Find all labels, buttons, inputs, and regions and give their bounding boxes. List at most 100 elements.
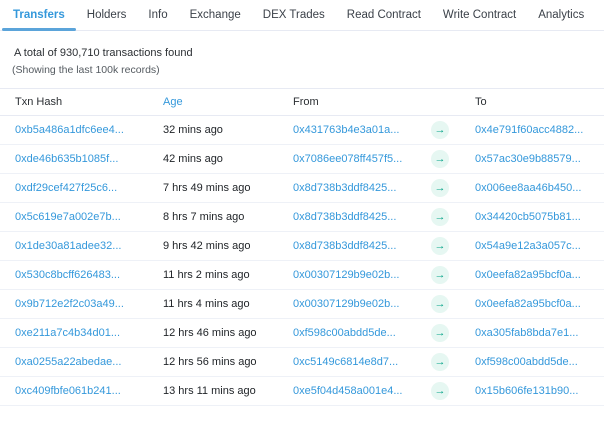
from-address-cell: 0x8d738b3ddf8425... [293,203,425,232]
age-cell: 12 hrs 56 mins ago [163,348,293,377]
age-cell: 11 hrs 2 mins ago [163,261,293,290]
table-row: 0xde46b635b1085f... 42 mins ago0x7086ee07… [0,145,604,174]
txn-hash-link[interactable]: 0xb5a486a1dfc6ee4... [15,124,124,136]
arrow-right-icon: → [431,208,449,226]
arrow-right-icon: → [431,382,449,400]
age-cell: 42 mins ago [163,145,293,174]
tab-holders[interactable]: Holders [76,0,138,30]
age-cell: 7 hrs 49 mins ago [163,174,293,203]
from-address-link[interactable]: 0xf598c00abdd5de... [293,327,396,339]
table-row: 0xa0255a22abedae... 12 hrs 56 mins ago0xc… [0,348,604,377]
from-address-cell: 0xc5149c6814e8d7... [293,348,425,377]
txn-hash-cell: 0x9b712e2f2c03a49... [0,290,163,319]
age-cell: 13 hrs 11 mins ago [163,377,293,406]
records-note-text: (Showing the last 100k records) [8,64,604,76]
from-address-link[interactable]: 0x8d738b3ddf8425... [293,240,396,252]
age-cell: 8 hrs 7 mins ago [163,203,293,232]
table-row: 0xc409fbfe061b241...13 hrs 11 mins ago0x… [0,377,604,406]
column-header-age: Age [163,89,293,116]
table-row: 0x9b712e2f2c03a49...11 hrs 4 mins ago0x0… [0,290,604,319]
txn-hash-cell: 0xdf29cef427f25c6... [0,174,163,203]
arrow-right-icon: → [431,266,449,284]
table-row: 0x1de30a81adee32...9 hrs 42 mins ago0x8d… [0,232,604,261]
direction-cell: → [425,290,455,319]
to-address-link[interactable]: 0x54a9e12a3a057c... [475,240,581,252]
age-sort-link[interactable]: Age [163,96,183,108]
from-address-link[interactable]: 0x00307129b9e02b... [293,269,399,281]
from-address-cell: 0x00307129b9e02b... [293,261,425,290]
to-address-cell: 0x0eefa82a95bcf0a... [455,261,604,290]
age-cell: 11 hrs 4 mins ago [163,290,293,319]
txn-hash-link[interactable]: 0xa0255a22abedae... [15,356,121,368]
column-header-from: From [293,89,425,116]
from-address-link[interactable]: 0xc5149c6814e8d7... [293,356,398,368]
arrow-right-icon: → [431,179,449,197]
to-address-cell: 0x0eefa82a95bcf0a... [455,290,604,319]
txn-hash-cell: 0xb5a486a1dfc6ee4... [0,116,163,145]
tab-transfers[interactable]: Transfers [2,0,76,30]
from-address-link[interactable]: 0xe5f04d458a001e4... [293,385,403,397]
to-address-link[interactable]: 0x57ac30e9b88579... [475,153,581,165]
direction-cell: → [425,232,455,261]
to-address-link[interactable]: 0x0eefa82a95bcf0a... [475,298,581,310]
to-address-link[interactable]: 0x15b606fe131b90... [475,385,578,397]
tab-exchange[interactable]: Exchange [179,0,252,30]
to-address-cell: 0x006ee8aa46b450... [455,174,604,203]
total-transactions-text: A total of 930,710 transactions found [12,47,604,59]
table-body: 0xb5a486a1dfc6ee4...32 mins ago0x431763b… [0,116,604,406]
from-address-cell: 0xf598c00abdd5de... [293,319,425,348]
txn-hash-link[interactable]: 0x5c619e7a002e7b... [15,211,121,223]
from-address-link[interactable]: 0x8d738b3ddf8425... [293,182,396,194]
tab-analytics[interactable]: Analytics [527,0,595,30]
tab-info[interactable]: Info [137,0,178,30]
table-header-row: Txn Hash Age From To [0,89,604,116]
txn-hash-cell: 0xe211a7c4b34d01... [0,319,163,348]
direction-cell: → [425,319,455,348]
txn-hash-link[interactable]: 0xe211a7c4b34d01... [15,327,120,339]
txn-hash-link[interactable]: 0x9b712e2f2c03a49... [15,298,124,310]
from-address-cell: 0x7086ee078ff457f5... [293,145,425,174]
to-address-link[interactable]: 0x006ee8aa46b450... [475,182,581,194]
column-header-to: To [455,89,604,116]
table-row: 0x530c8bcff626483...11 hrs 2 mins ago0x0… [0,261,604,290]
from-address-cell: 0x431763b4e3a01a... [293,116,425,145]
tab-read-contract[interactable]: Read Contract [336,0,432,30]
txn-hash-link[interactable]: 0xc409fbfe061b241... [15,385,121,397]
arrow-right-icon: → [431,295,449,313]
arrow-right-icon: → [431,353,449,371]
to-address-cell: 0x54a9e12a3a057c... [455,232,604,261]
to-address-cell: 0xa305fab8bda7e1... [455,319,604,348]
to-address-cell: 0xf598c00abdd5de... [455,348,604,377]
to-address-link[interactable]: 0x0eefa82a95bcf0a... [475,269,581,281]
to-address-cell: 0x15b606fe131b90... [455,377,604,406]
txn-hash-link[interactable]: 0x530c8bcff626483... [15,269,120,281]
arrow-right-icon: → [431,150,449,168]
table-row: 0xe211a7c4b34d01...12 hrs 46 mins ago0xf… [0,319,604,348]
tab-write-contract[interactable]: Write Contract [432,0,527,30]
from-address-link[interactable]: 0x00307129b9e02b... [293,298,399,310]
txn-hash-link[interactable]: 0x1de30a81adee32... [15,240,121,252]
txn-hash-link[interactable]: 0xdf29cef427f25c6... [15,182,117,194]
direction-cell: → [425,261,455,290]
from-address-cell: 0x00307129b9e02b... [293,290,425,319]
direction-cell: → [425,174,455,203]
direction-cell: → [425,145,455,174]
to-address-link[interactable]: 0x4e791f60acc4882... [475,124,583,136]
to-address-link[interactable]: 0x34420cb5075b81... [475,211,581,223]
table-row: 0xdf29cef427f25c6... 7 hrs 49 mins ago0x8… [0,174,604,203]
transfers-table: Txn Hash Age From To 0xb5a486a1dfc6ee4..… [0,88,604,406]
table-row: 0xb5a486a1dfc6ee4...32 mins ago0x431763b… [0,116,604,145]
to-address-link[interactable]: 0xf598c00abdd5de... [475,356,578,368]
direction-cell: → [425,348,455,377]
table-row: 0x5c619e7a002e7b... 8 hrs 7 mins ago0x8d7… [0,203,604,232]
txn-hash-cell: 0xa0255a22abedae... [0,348,163,377]
tab-bar: TransfersHoldersInfoExchangeDEX TradesRe… [0,0,604,31]
column-header-arrow-spacer [425,89,455,116]
tab-dex-trades[interactable]: DEX Trades [252,0,336,30]
txn-hash-link[interactable]: 0xde46b635b1085f... [15,153,118,165]
from-address-link[interactable]: 0x7086ee078ff457f5... [293,153,402,165]
column-header-txn-hash: Txn Hash [0,89,163,116]
to-address-link[interactable]: 0xa305fab8bda7e1... [475,327,578,339]
from-address-link[interactable]: 0x8d738b3ddf8425... [293,211,396,223]
from-address-link[interactable]: 0x431763b4e3a01a... [293,124,399,136]
